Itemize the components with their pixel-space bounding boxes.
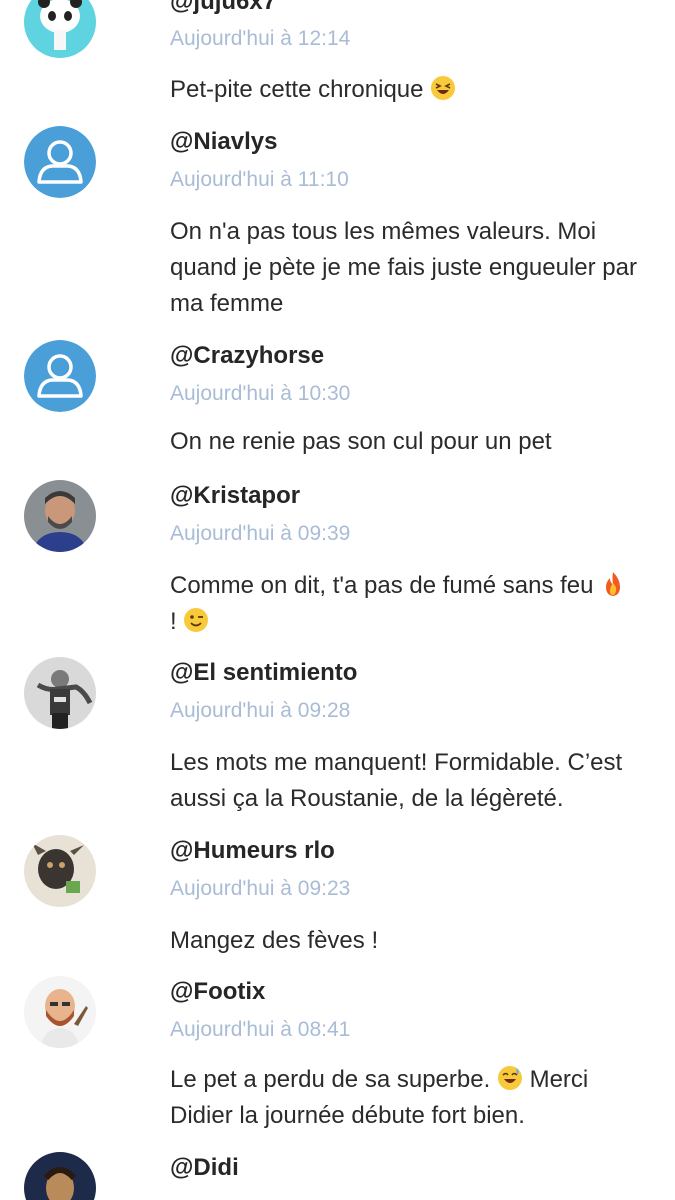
comment-username[interactable]: @El sentimiento	[170, 659, 357, 687]
comment-timestamp: Aujourd'hui à 09:39	[170, 522, 351, 545]
default-user-avatar[interactable]	[24, 126, 96, 198]
comment-timestamp: Aujourd'hui à 10:30	[170, 382, 351, 405]
photo-avatar[interactable]	[24, 480, 96, 552]
comment-text-body: Pet-pite cette chronique	[170, 76, 424, 103]
comment-username[interactable]: @Crazyhorse	[170, 342, 324, 370]
photo-avatar[interactable]	[24, 657, 96, 729]
comment-username[interactable]: @Footix	[170, 978, 265, 1006]
comment-text-body: Comme on dit, t'a pas de fumé sans feu	[170, 572, 594, 599]
cartoon-avatar[interactable]	[24, 976, 96, 1048]
photo-avatar[interactable]	[24, 1152, 96, 1200]
comment-text-exclamation: !	[170, 608, 177, 635]
comment-username[interactable]: @Kristapor	[170, 482, 300, 510]
comment-text: On ne renie pas son cul pour un pet	[170, 428, 552, 455]
panda-avatar[interactable]	[24, 0, 96, 58]
comment-timestamp: Aujourd'hui à 09:23	[170, 877, 351, 900]
default-user-avatar[interactable]	[24, 340, 96, 412]
comment-timestamp: Aujourd'hui à 09:28	[170, 699, 351, 722]
comment-text: On n'a pas tous les mêmes valeurs. Moi q…	[170, 218, 637, 317]
comment-feed: @juju6x7 Aujourd'hui à 12:14 Pet-pite ce…	[0, 0, 675, 1200]
comment-username[interactable]: @Humeurs rlo	[170, 837, 335, 865]
comment-username[interactable]: @Didi	[170, 1154, 239, 1182]
winking-emoji	[183, 607, 209, 633]
comment-username[interactable]: @juju6x7	[170, 0, 276, 16]
sweat-smile-emoji	[497, 1065, 523, 1091]
fire-emoji	[600, 571, 626, 597]
comment-username[interactable]: @Niavlys	[170, 128, 277, 156]
comment-timestamp: Aujourd'hui à 12:14	[170, 27, 351, 50]
comment-text: Le pet a perdu de sa superbe. Merci Didi…	[170, 1062, 655, 1134]
comment-text: Comme on dit, t'a pas de fumé sans feu !	[170, 568, 655, 640]
comment-text: Mangez des fèves !	[170, 927, 379, 954]
comment-text-lead: Le pet a perdu de sa superbe.	[170, 1066, 491, 1093]
comment-text: Les mots me manquent! Formidable. C’est …	[170, 749, 623, 812]
photo-avatar[interactable]	[24, 835, 96, 907]
comment-text: Pet-pite cette chronique	[170, 72, 655, 108]
comment-timestamp: Aujourd'hui à 08:41	[170, 1018, 351, 1041]
rolling-laughing-emoji	[430, 75, 456, 101]
comment-timestamp: Aujourd'hui à 11:10	[170, 168, 349, 191]
